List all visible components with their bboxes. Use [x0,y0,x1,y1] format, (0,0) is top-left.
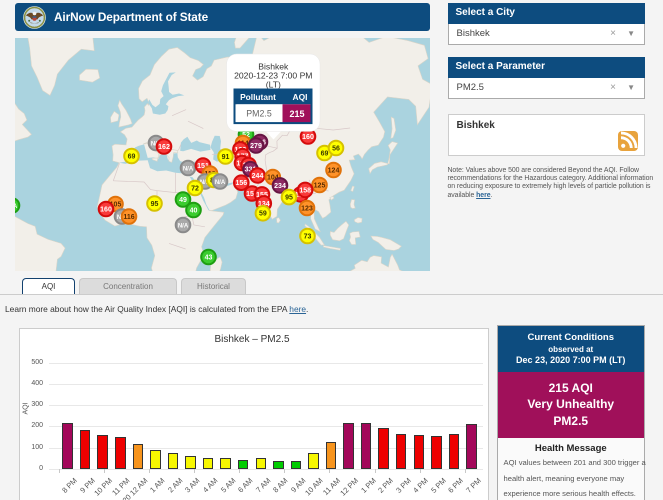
svg-text:158: 158 [299,187,311,194]
svg-text:40: 40 [190,207,198,214]
svg-text:244: 244 [252,173,264,180]
svg-text:123: 123 [301,205,313,212]
svg-text:N/A: N/A [183,166,194,172]
svg-text:49: 49 [179,197,187,204]
svg-text:72: 72 [191,185,199,192]
svg-text:125: 125 [314,182,326,189]
svg-text:N/A: N/A [215,180,226,186]
svg-text:PM2.5: PM2.5 [246,109,272,119]
svg-text:234: 234 [274,183,286,190]
svg-text:162: 162 [158,144,170,151]
svg-text:69: 69 [128,153,136,160]
svg-text:N/A: N/A [178,223,189,229]
svg-text:(LT): (LT) [266,80,281,90]
svg-text:59: 59 [259,211,267,218]
svg-text:124: 124 [328,167,340,174]
svg-text:73: 73 [304,233,312,240]
svg-text:56: 56 [332,145,340,152]
svg-text:279: 279 [250,143,262,150]
svg-text:215: 215 [289,109,304,119]
svg-text:Pollutant: Pollutant [240,92,276,102]
svg-text:69: 69 [321,150,329,157]
svg-text:95: 95 [285,195,293,202]
svg-text:AQI: AQI [293,92,308,102]
svg-text:43: 43 [205,254,213,261]
svg-text:160: 160 [100,206,112,213]
svg-text:91: 91 [222,154,230,161]
svg-text:116: 116 [123,214,134,221]
svg-text:156: 156 [235,180,247,187]
svg-text:160: 160 [302,134,314,141]
svg-text:95: 95 [151,201,159,208]
